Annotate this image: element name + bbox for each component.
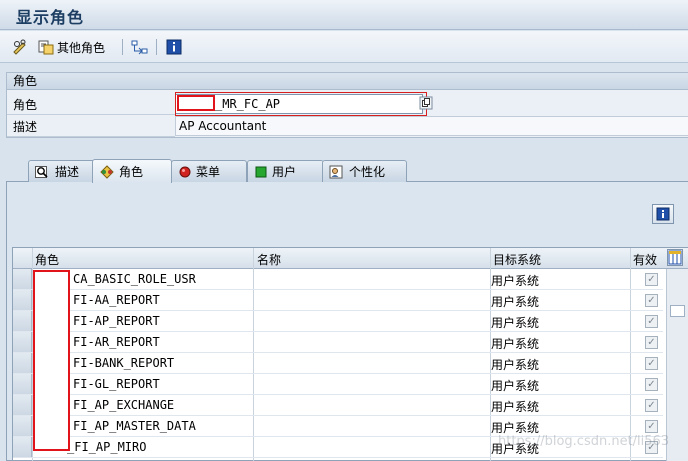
column-header-target-system[interactable]: 目标系统 xyxy=(493,251,541,268)
other-role-button[interactable]: 其他角色 xyxy=(38,37,105,57)
role-cell: _FI_AP_MIRO xyxy=(67,440,147,454)
table-row[interactable]: FI-BANK_REPORT 用户系统 ✓ xyxy=(13,353,663,374)
role-cell: FI-BANK_REPORT xyxy=(73,356,175,370)
application-toolbar: 其他角色 xyxy=(0,31,688,63)
hierarchy-button[interactable] xyxy=(131,37,149,57)
table-settings-icon xyxy=(668,250,682,265)
target-system-cell: 用户系统 xyxy=(491,295,540,309)
description-label: 描述 xyxy=(13,120,38,134)
magnifier-icon xyxy=(35,165,48,178)
row-selector[interactable] xyxy=(13,374,32,394)
role-cell: FI_AP_MASTER_DATA xyxy=(73,419,196,433)
tab-label: 个性化 xyxy=(349,165,386,179)
roles-icon xyxy=(100,164,114,179)
table-row[interactable]: _FI_AP_MIRO 用户系统 ✓ xyxy=(13,437,663,458)
table-row[interactable]: FI-AA_REPORT 用户系统 ✓ xyxy=(13,290,663,311)
tab-label: 菜单 xyxy=(196,165,221,179)
label-underline xyxy=(7,136,175,137)
other-object-icon xyxy=(38,40,54,55)
valid-checkbox: ✓ xyxy=(645,441,658,454)
panel-info-button[interactable] xyxy=(652,204,674,224)
row-selector[interactable] xyxy=(13,290,32,310)
table-row[interactable]: FI-AP_REPORT 用户系统 ✓ xyxy=(13,311,663,332)
info-toolbar-button[interactable] xyxy=(166,37,182,57)
valid-checkbox: ✓ xyxy=(645,273,658,286)
role-value: _MR_FC_AP xyxy=(215,97,281,111)
tab-users[interactable]: 用户 xyxy=(247,160,324,182)
row-selector[interactable] xyxy=(13,416,32,436)
row-selector[interactable] xyxy=(13,395,32,415)
target-system-cell: 用户系统 xyxy=(491,358,540,372)
hierarchy-icon xyxy=(131,40,148,55)
role-field-row: 角色 _MR_FC_AP xyxy=(7,92,688,116)
valid-checkbox: ✓ xyxy=(645,336,658,349)
info-icon xyxy=(656,207,670,221)
table-row[interactable]: CA_BASIC_ROLE_USR 用户系统 ✓ xyxy=(13,269,663,290)
valid-checkbox: ✓ xyxy=(645,315,658,328)
column-layout-button[interactable] xyxy=(667,249,683,266)
scrollbar-thumb[interactable] xyxy=(670,305,685,317)
row-selector[interactable] xyxy=(13,437,32,457)
pencil-glasses-icon xyxy=(13,39,26,55)
target-system-cell: 用户系统 xyxy=(491,421,540,435)
info-icon xyxy=(166,39,182,55)
target-system-cell: 用户系统 xyxy=(491,274,540,288)
tab-personalization[interactable]: 个性化 xyxy=(322,160,407,182)
role-cell: FI-AP_REPORT xyxy=(73,314,160,328)
role-cell: FI_AP_EXCHANGE xyxy=(73,398,175,412)
roles-table: 角色 名称 目标系统 有效 CA_BASIC_ROLE_USR 用户系统 ✓ F… xyxy=(12,247,688,461)
target-system-cell: 用户系统 xyxy=(491,379,540,393)
title-bar: 显示角色 xyxy=(0,0,688,30)
tab-label: 角色 xyxy=(119,165,144,179)
role-label: 角色 xyxy=(13,98,38,112)
valid-checkbox: ✓ xyxy=(645,399,658,412)
role-cell: FI-AR_REPORT xyxy=(73,335,160,349)
valid-checkbox: ✓ xyxy=(645,357,658,370)
table-row[interactable]: FI-GL_REPORT 用户系统 ✓ xyxy=(13,374,663,395)
valid-checkbox: ✓ xyxy=(645,378,658,391)
copy-icon xyxy=(419,96,433,110)
tab-roles[interactable]: 角色 xyxy=(92,159,172,183)
group-title: 角色 xyxy=(7,73,688,90)
target-system-cell: 用户系统 xyxy=(491,337,540,351)
toolbar-separator xyxy=(122,39,123,55)
description-field: AP Accountant xyxy=(175,116,688,136)
other-role-label: 其他角色 xyxy=(57,40,106,55)
role-cell: FI-GL_REPORT xyxy=(73,377,160,391)
edit-pencil-button[interactable] xyxy=(12,37,30,57)
tab-menu[interactable]: 菜单 xyxy=(171,160,247,182)
role-cell: FI-AA_REPORT xyxy=(73,293,160,307)
table-header: 角色 名称 目标系统 有效 xyxy=(13,248,688,269)
table-row[interactable]: FI_AP_MASTER_DATA 用户系统 ✓ xyxy=(13,416,663,437)
target-system-cell: 用户系统 xyxy=(491,400,540,414)
role-cell: CA_BASIC_ROLE_USR xyxy=(73,272,196,286)
window-title: 显示角色 xyxy=(16,8,85,27)
tab-label: 用户 xyxy=(272,165,297,179)
valid-checkbox: ✓ xyxy=(645,420,658,433)
target-system-cell: 用户系统 xyxy=(491,316,540,330)
copy-role-button[interactable] xyxy=(419,96,433,110)
description-field-row: 描述 AP Accountant xyxy=(7,115,688,137)
role-header-group: 角色 角色 _MR_FC_AP 描述 AP Accountant xyxy=(6,72,688,138)
target-system-cell: 用户系统 xyxy=(491,442,540,456)
valid-checkbox: ✓ xyxy=(645,294,658,307)
column-header-valid[interactable]: 有效 xyxy=(633,251,657,268)
row-selector[interactable] xyxy=(13,353,32,373)
row-selector[interactable] xyxy=(13,332,32,352)
red-dot-icon xyxy=(179,166,191,177)
row-selector[interactable] xyxy=(13,311,32,331)
green-square-icon xyxy=(255,166,267,177)
personalize-icon xyxy=(329,165,343,178)
tab-label: 描述 xyxy=(55,165,80,179)
column-header-name[interactable]: 名称 xyxy=(257,251,281,268)
toolbar-separator xyxy=(156,39,157,55)
vertical-scrollbar[interactable] xyxy=(666,269,688,461)
column-header-role[interactable]: 角色 xyxy=(35,251,59,268)
table-row[interactable]: FI-AR_REPORT 用户系统 ✓ xyxy=(13,332,663,353)
redaction-box xyxy=(177,95,215,111)
redaction-box xyxy=(33,270,70,451)
table-row[interactable]: FI_AP_EXCHANGE 用户系统 ✓ xyxy=(13,395,663,416)
row-selector[interactable] xyxy=(13,269,32,289)
